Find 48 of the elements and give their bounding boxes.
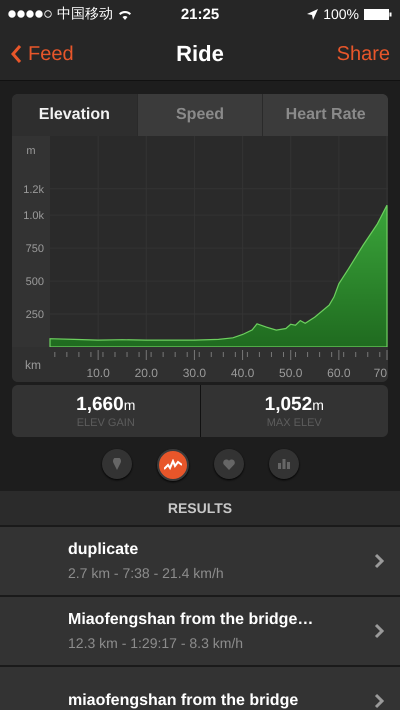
axis-tick-label: 500 — [26, 276, 44, 288]
axis-tick-label: 60.0 — [327, 366, 351, 380]
chart-tab[interactable]: Elevation — [12, 94, 138, 136]
result-title: miaofengshan from the bridge — [68, 692, 300, 710]
view-toggle-button[interactable] — [214, 449, 244, 479]
wifi-icon — [118, 8, 132, 20]
signal-icon — [8, 10, 52, 18]
screen-title: Ride — [176, 41, 224, 67]
back-chevron-icon — [10, 44, 22, 64]
axis-tick-label: 20.0 — [134, 366, 158, 380]
result-row[interactable]: duplicate 2.7 km - 7:38 - 21.4 km/h — [0, 525, 400, 595]
result-row[interactable]: Miaofengshan from the bridge… 12.3 km - 1:29:17 - 8.3 km/h — [0, 595, 400, 665]
activity-icon — [164, 459, 182, 471]
axis-tick-label: 1.0k — [23, 210, 44, 222]
bar-chart-icon — [278, 459, 290, 469]
axis-tick-label: 750 — [26, 243, 44, 256]
section-header: RESULTS — [0, 491, 400, 525]
chevron-icon — [374, 553, 384, 569]
axis-tick-label: 30.0 — [182, 366, 206, 380]
axis-tick-label: 1.2k — [23, 184, 44, 196]
axis-tick-label: 250 — [26, 309, 44, 322]
chevron-icon — [374, 693, 384, 709]
view-toggle-button[interactable] — [268, 449, 298, 479]
share-button[interactable]: Share — [224, 42, 390, 66]
result-title: duplicate — [68, 541, 140, 559]
axis-tick-label: 70 — [374, 366, 387, 380]
battery-percentage: 100% — [323, 6, 359, 22]
view-toggle-button[interactable] — [102, 449, 132, 479]
location-arrow-icon — [307, 8, 318, 20]
back-button[interactable]: Feed — [10, 42, 176, 66]
result-details: 12.3 km - 1:29:17 - 8.3 km/h — [68, 635, 244, 651]
carrier-name: 中国移动 — [57, 5, 113, 23]
stat-value: 1,052m — [264, 394, 324, 416]
view-toggle-button[interactable] — [156, 449, 188, 481]
axis-title: m — [26, 145, 36, 157]
heart-icon — [222, 458, 234, 470]
clock-time: 21:25 — [180, 6, 220, 22]
axis-tick-label: 10.0 — [86, 366, 110, 380]
axis-tick-label: 50.0 — [279, 366, 302, 380]
result-title: Miaofengshan from the bridge… — [68, 611, 314, 629]
pin-icon — [112, 458, 120, 470]
stat-value: 1,660m — [76, 394, 136, 416]
axis-tick-label: 40.0 — [230, 366, 254, 380]
battery-icon — [364, 8, 392, 20]
result-row[interactable]: miaofengshan from the bridge — [0, 665, 400, 710]
result-details: 2.7 km - 7:38 - 21.4 km/h — [68, 565, 225, 581]
chevron-icon — [374, 623, 384, 639]
axis-title: km — [25, 358, 41, 372]
